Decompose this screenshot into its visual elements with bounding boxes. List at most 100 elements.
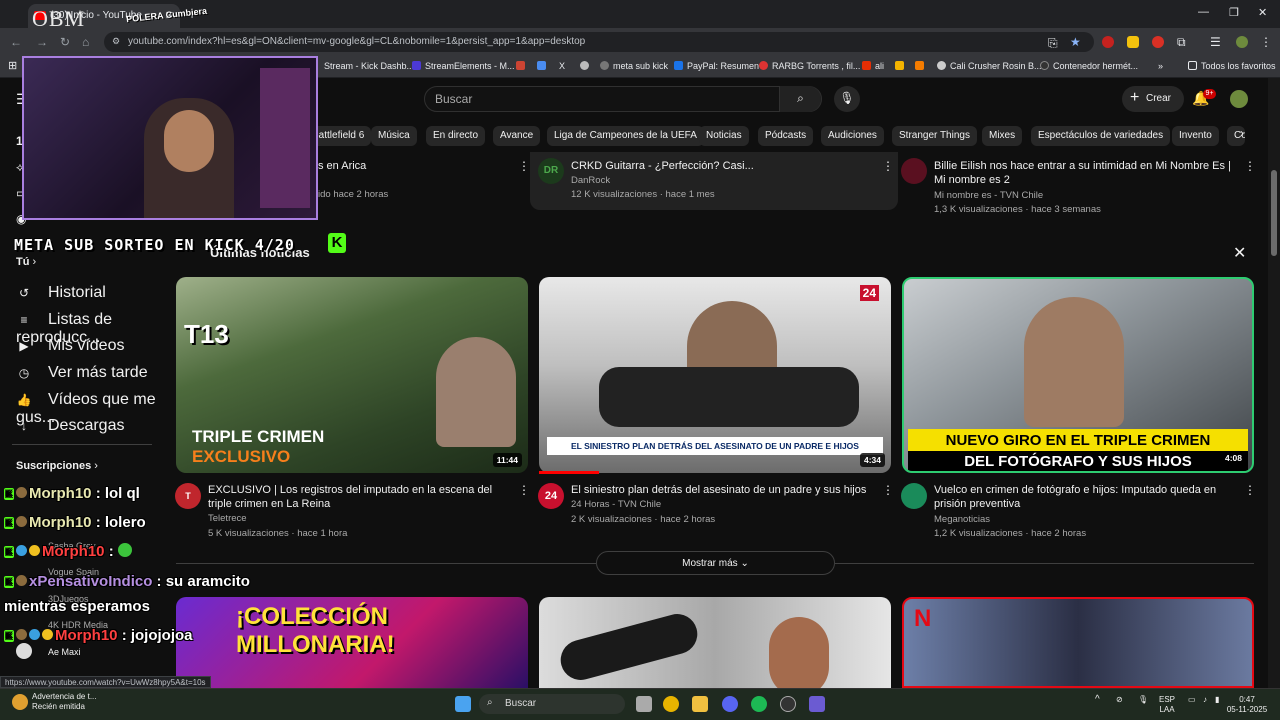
- clock[interactable]: 0:47 05-11-2025: [1222, 695, 1272, 715]
- taskbar-search[interactable]: ⌕ Buscar: [479, 694, 625, 714]
- chevron-right-icon[interactable]: ›: [1240, 126, 1244, 140]
- chip[interactable]: Noticias: [699, 126, 749, 146]
- channel-name[interactable]: Teletrece: [208, 512, 247, 526]
- discord-icon[interactable]: [722, 696, 738, 712]
- video-title[interactable]: El siniestro plan detrás del asesinato d…: [571, 483, 871, 497]
- extension-icon[interactable]: [1152, 36, 1164, 48]
- back-icon[interactable]: ←: [10, 35, 22, 49]
- task-view-icon[interactable]: [636, 696, 652, 712]
- chip[interactable]: Stranger Things: [892, 126, 977, 146]
- subscription-item[interactable]: Ae Maxi: [48, 647, 81, 657]
- language-indicator[interactable]: ESP LAA: [1159, 695, 1175, 715]
- more-actions-icon[interactable]: ⋮: [882, 159, 894, 173]
- bookmark-icon-only[interactable]: [915, 61, 928, 71]
- more-actions-icon[interactable]: ⋮: [882, 483, 894, 497]
- network-icon[interactable]: ⊘: [1116, 695, 1123, 705]
- start-icon[interactable]: [455, 696, 471, 712]
- bookmark-item[interactable]: StreamElements - M...: [412, 61, 515, 71]
- video-title[interactable]: CRKD Guitarra - ¿Perfección? Casi...: [571, 159, 754, 173]
- channel-name[interactable]: 24 Horas - TVN Chile: [571, 498, 661, 512]
- video-thumbnail[interactable]: 24 EL SINIESTRO PLAN DETRÁS DEL ASESINAT…: [539, 277, 891, 473]
- sidebar-subscriptions-heading[interactable]: Suscripciones ›: [16, 460, 98, 472]
- video-thumbnail[interactable]: [539, 597, 891, 688]
- create-button[interactable]: + Crear: [1122, 86, 1184, 112]
- bookmark-item[interactable]: RARBG Torrents , fil...: [759, 61, 860, 71]
- bookmark-item[interactable]: ali: [862, 61, 884, 71]
- reload-icon[interactable]: ↻: [60, 35, 70, 49]
- video-title[interactable]: EXCLUSIVO | Los registros del imputado e…: [208, 483, 508, 511]
- spotify-icon[interactable]: [751, 696, 767, 712]
- more-actions-icon[interactable]: ⋮: [518, 483, 530, 497]
- video-thumbnail[interactable]: T13 TRIPLE CRIMEN EXCLUSIVO 11:44: [176, 277, 528, 473]
- profile-avatar[interactable]: [1236, 36, 1248, 48]
- site-info-icon[interactable]: ⚙: [112, 36, 120, 47]
- video-thumbnail[interactable]: NUEVO GIRO EN EL TRIPLE CRIMEN DEL FOTÓG…: [902, 277, 1254, 473]
- chip[interactable]: Avance: [493, 126, 541, 146]
- chip[interactable]: En directo: [426, 126, 486, 146]
- mic-icon[interactable]: 🎙: [1138, 695, 1148, 705]
- bookmark-icon-only[interactable]: [537, 61, 550, 71]
- voice-search-button[interactable]: 🎙: [834, 86, 860, 112]
- channel-avatar[interactable]: DR: [538, 158, 564, 184]
- search-box[interactable]: Buscar ⌕: [424, 86, 822, 112]
- video-title[interactable]: Billie Eilish nos hace entrar a su intim…: [934, 159, 1240, 187]
- chrome-icon[interactable]: [663, 696, 679, 712]
- close-window-icon[interactable]: ✕: [1258, 6, 1267, 19]
- video-title[interactable]: Vuelco en crimen de fotógrafo e hijos: I…: [934, 483, 1234, 511]
- chip[interactable]: Mixes: [982, 126, 1023, 146]
- sidebar-item-history[interactable]: ↺ Historial: [16, 278, 156, 302]
- app-icon[interactable]: [809, 696, 825, 712]
- bookmark-icon-only[interactable]: [580, 61, 593, 71]
- chip[interactable]: Liga de Campeones de la UEFA: [547, 126, 704, 146]
- channel-avatar[interactable]: [901, 483, 927, 509]
- more-actions-icon[interactable]: ⋮: [1244, 159, 1256, 173]
- sidebar-item-liked[interactable]: 👍 Vídeos que me gus...: [16, 385, 156, 426]
- address-bar[interactable]: ⚙ youtube.com/index?hl=es&gl=ON&client=m…: [104, 32, 1094, 52]
- sidebar-item-my-videos[interactable]: ▶ Mis vídeos: [16, 331, 156, 355]
- file-explorer-icon[interactable]: [692, 696, 708, 712]
- video-title[interactable]: s en Arica: [318, 159, 366, 173]
- monitor-icon[interactable]: ▭: [1188, 695, 1196, 705]
- x-icon[interactable]: X: [559, 61, 565, 71]
- bookmark-icon-only[interactable]: [895, 61, 908, 71]
- menu-dots-icon[interactable]: ⋮: [1260, 35, 1272, 49]
- bookmark-folder[interactable]: Todos los favoritos: [1188, 61, 1276, 71]
- more-actions-icon[interactable]: ⋮: [1244, 483, 1256, 497]
- sidebar-you-heading[interactable]: Tú ›: [16, 256, 36, 268]
- battery-icon[interactable]: ▮: [1215, 695, 1219, 705]
- more-bookmarks-icon[interactable]: »: [1158, 61, 1163, 71]
- bookmark-star-icon[interactable]: ★: [1070, 35, 1081, 49]
- sidebar-item-watch-later[interactable]: ◷ Ver más tarde: [16, 358, 156, 382]
- chip[interactable]: Invento: [1172, 126, 1219, 146]
- reading-list-icon[interactable]: ☰: [1210, 35, 1221, 49]
- channel-name[interactable]: Meganoticias: [934, 513, 990, 527]
- extension-icon[interactable]: [1127, 36, 1139, 48]
- maximize-icon[interactable]: ❐: [1229, 6, 1239, 19]
- channel-name[interactable]: Mi nombre es - TVN Chile: [934, 189, 1043, 203]
- channel-avatar[interactable]: [901, 158, 927, 184]
- install-icon[interactable]: ⎘: [1048, 36, 1058, 51]
- show-more-button[interactable]: Mostrar más ⌄: [596, 551, 835, 575]
- channel-avatar[interactable]: 24: [538, 483, 564, 509]
- bookmark-item[interactable]: PayPal: Resumen: [674, 61, 759, 71]
- chip[interactable]: Pódcasts: [758, 126, 814, 146]
- sidebar-item-downloads[interactable]: ↓ Descargas: [16, 411, 156, 435]
- sidebar-item-playlists[interactable]: ≡ Listas de reproducc...: [16, 305, 156, 346]
- forward-icon[interactable]: →: [36, 35, 48, 49]
- notification-widget[interactable]: Advertencia de t... Recién emitida: [10, 692, 96, 712]
- apps-grid-icon[interactable]: ⊞: [8, 59, 17, 72]
- video-thumbnail[interactable]: N: [902, 597, 1254, 688]
- scroll-thumb[interactable]: [1271, 170, 1277, 256]
- search-button[interactable]: ⌕: [779, 86, 821, 112]
- chip[interactable]: Música: [371, 126, 417, 146]
- bookmark-item[interactable]: Stream - Kick Dashb...: [324, 61, 414, 71]
- bookmark-icon-only[interactable]: [516, 61, 529, 71]
- minimize-icon[interactable]: —: [1198, 6, 1209, 18]
- extensions-puzzle-icon[interactable]: ⧉: [1177, 35, 1186, 50]
- search-input[interactable]: Buscar: [435, 92, 472, 106]
- close-shelf-icon[interactable]: ✕: [1233, 243, 1246, 263]
- bookmark-item[interactable]: Cali Crusher Rosin B...: [937, 61, 1042, 71]
- chip[interactable]: Espectáculos de variedades: [1031, 126, 1171, 146]
- home-icon[interactable]: ⌂: [82, 35, 89, 49]
- channel-avatar[interactable]: T: [175, 483, 201, 509]
